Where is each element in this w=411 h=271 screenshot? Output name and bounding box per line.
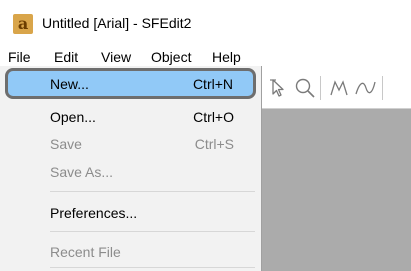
menu-item-label: New...	[50, 76, 89, 92]
menu-item-label: Save As...	[50, 164, 114, 180]
menu-help[interactable]: Help	[212, 49, 241, 65]
menu-item-new-highlight[interactable]: New... Ctrl+N	[5, 68, 256, 99]
menu-item-shortcut: Ctrl+N	[192, 76, 233, 92]
menu-item-label: Save	[50, 136, 82, 152]
menu-item-label: Preferences...	[50, 205, 138, 221]
canvas-area[interactable]	[262, 109, 411, 271]
menu-item-label: Open...	[50, 109, 96, 125]
menu-item-save-as[interactable]: Save As...	[6, 159, 256, 185]
menu-file[interactable]: File	[8, 49, 31, 65]
menu-bar: File Edit View Object Help	[0, 46, 411, 66]
menu-item-label: Recent File	[50, 244, 121, 260]
toolbar-separator	[382, 76, 383, 100]
menu-view[interactable]: View	[101, 49, 131, 65]
menu-edit[interactable]: Edit	[54, 49, 78, 65]
window-title: Untitled [Arial] - SFEdit2	[42, 15, 192, 31]
menu-item-save[interactable]: Save Ctrl+S	[6, 131, 256, 157]
app-icon: a	[13, 14, 33, 34]
menu-item-shortcut: Ctrl+O	[193, 109, 234, 125]
zoom-icon[interactable]	[294, 77, 316, 99]
menu-object[interactable]: Object	[151, 49, 191, 65]
menu-separator	[50, 267, 255, 268]
curve-icon[interactable]	[354, 77, 376, 99]
menu-item-recent-file[interactable]: Recent File	[6, 239, 256, 265]
pointer-icon[interactable]	[268, 77, 290, 99]
menu-item-preferences[interactable]: Preferences...	[6, 200, 256, 226]
toolbar-separator	[320, 76, 321, 100]
menu-item-shortcut: Ctrl+S	[194, 136, 234, 152]
toolbar	[262, 68, 411, 109]
menu-separator	[50, 231, 255, 232]
title-bar: a Untitled [Arial] - SFEdit2	[0, 0, 411, 46]
polyline-icon[interactable]	[328, 77, 350, 99]
menu-separator	[50, 191, 255, 192]
menu-item-open[interactable]: Open... Ctrl+O	[6, 104, 256, 130]
